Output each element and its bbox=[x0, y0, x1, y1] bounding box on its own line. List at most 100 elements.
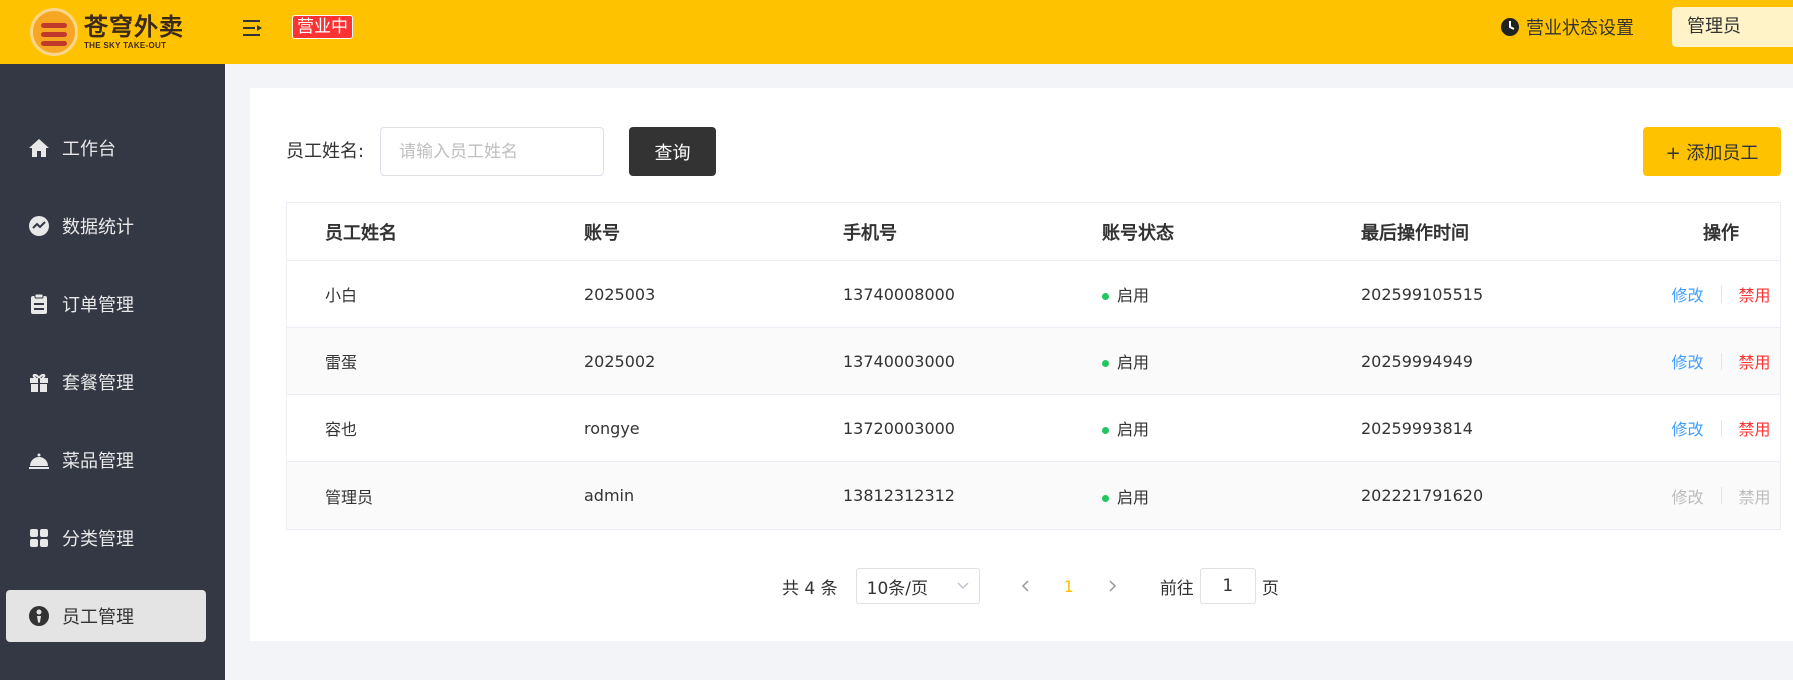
table-row: 容也 rongye 13720003000 启用 20259993814 修改 … bbox=[287, 395, 1780, 462]
sidebar-item-statistics[interactable]: 数据统计 bbox=[6, 200, 206, 252]
pagination: 共 4 条 10条/页 1 前往 页 bbox=[782, 568, 1279, 604]
cell-status: 启用 bbox=[1102, 416, 1361, 440]
table-row: 雷蛋 2025002 13740003000 启用 20259994949 修改… bbox=[287, 328, 1780, 395]
status-dot-icon bbox=[1102, 293, 1109, 300]
cell-actions: 修改 禁用 bbox=[1646, 282, 1793, 306]
cell-account: 2025002 bbox=[584, 351, 656, 371]
divider bbox=[1720, 487, 1722, 504]
main-content-card: 员工姓名: 查询 + 添加员工 员工姓名 账号 手机号 账号状态 最后操作时间 … bbox=[250, 88, 1793, 641]
table-row: 小白 2025003 13740008000 启用 202599105515 修… bbox=[287, 261, 1780, 328]
chart-icon bbox=[29, 216, 49, 236]
sidebar-item-dishes[interactable]: 菜品管理 bbox=[6, 434, 206, 486]
cell-name: 小白 bbox=[325, 286, 358, 305]
sidebar-item-label: 工作台 bbox=[62, 139, 116, 160]
status-text: 启用 bbox=[1117, 353, 1150, 372]
goto-label: 前往 bbox=[1159, 578, 1194, 599]
cell-phone: 13740008000 bbox=[843, 284, 955, 304]
chevron-right-icon bbox=[1109, 580, 1116, 592]
home-icon bbox=[29, 139, 49, 157]
chevron-left-icon bbox=[1021, 580, 1029, 592]
sidebar-item-employees[interactable]: 员工管理 bbox=[6, 590, 206, 642]
status-dot-icon bbox=[1102, 494, 1109, 502]
user-menu[interactable]: 管理员 bbox=[1672, 7, 1793, 47]
status-text: 启用 bbox=[1117, 286, 1150, 305]
page-number-current[interactable]: 1 bbox=[1064, 577, 1074, 596]
table-header: 员工姓名 账号 手机号 账号状态 最后操作时间 操作 bbox=[287, 203, 1780, 261]
top-header: 苍穹外卖 THE SKY TAKE-OUT 营业中 营业状态设置 管理员 bbox=[0, 0, 1793, 64]
chevron-down-icon bbox=[957, 582, 969, 590]
cell-phone: 13812312312 bbox=[843, 486, 955, 505]
sidebar-item-categories[interactable]: 分类管理 bbox=[6, 512, 206, 564]
disable-link[interactable]: 禁用 bbox=[1739, 282, 1771, 306]
cell-actions: 修改 禁用 bbox=[1646, 349, 1793, 373]
cell-phone: 13720003000 bbox=[843, 418, 955, 438]
table-row: 管理员 admin 13812312312 启用 202221791620 修改… bbox=[287, 462, 1780, 529]
column-header: 手机号 bbox=[843, 222, 897, 244]
sidebar-item-label: 分类管理 bbox=[62, 529, 134, 550]
column-header: 账号 bbox=[584, 222, 620, 244]
disable-link[interactable]: 禁用 bbox=[1739, 349, 1771, 373]
cell-name: 容也 bbox=[325, 420, 358, 439]
search-label: 员工姓名: bbox=[286, 141, 365, 162]
prev-page-button[interactable] bbox=[1010, 571, 1040, 601]
cell-status: 启用 bbox=[1102, 484, 1361, 508]
cell-status: 启用 bbox=[1102, 282, 1361, 306]
divider bbox=[1720, 352, 1722, 370]
column-header: 操作 bbox=[1703, 222, 1739, 244]
logo-mark-icon bbox=[30, 8, 78, 56]
grid-icon bbox=[30, 529, 48, 547]
goto-page-input[interactable] bbox=[1199, 568, 1256, 604]
sidebar-item-label: 菜品管理 bbox=[62, 451, 134, 472]
cell-account: admin bbox=[584, 486, 635, 505]
status-text: 启用 bbox=[1117, 420, 1150, 439]
sidebar: 工作台 数据统计 订单管理 套餐管理 菜品管理 分类管理 员工管理 bbox=[0, 64, 225, 680]
dish-icon bbox=[29, 453, 49, 469]
employee-table: 员工姓名 账号 手机号 账号状态 最后操作时间 操作 小白 2025003 13… bbox=[286, 202, 1781, 530]
sidebar-item-orders[interactable]: 订单管理 bbox=[6, 278, 206, 330]
status-dot-icon bbox=[1102, 427, 1109, 434]
status-dot-icon bbox=[1102, 360, 1109, 367]
cell-account: rongye bbox=[584, 418, 640, 438]
cell-actions: 修改 禁用 bbox=[1646, 484, 1793, 508]
pagination-total: 共 4 条 bbox=[782, 578, 838, 599]
sidebar-item-combos[interactable]: 套餐管理 bbox=[6, 356, 206, 408]
column-header: 最后操作时间 bbox=[1361, 222, 1469, 244]
cell-status: 启用 bbox=[1102, 349, 1361, 373]
logo-subtitle: THE SKY TAKE-OUT bbox=[84, 40, 167, 50]
cell-last-op-time: 202599105515 bbox=[1361, 284, 1484, 304]
sidebar-item-workbench[interactable]: 工作台 bbox=[6, 122, 206, 174]
cell-account: 2025003 bbox=[584, 284, 656, 304]
sidebar-item-label: 员工管理 bbox=[62, 607, 134, 628]
sidebar-item-label: 数据统计 bbox=[62, 217, 134, 238]
page-size-value: 10条/页 bbox=[866, 578, 928, 599]
clock-icon bbox=[1501, 18, 1519, 36]
logo-title: 苍穹外卖 bbox=[84, 12, 184, 41]
business-status-setting-button[interactable]: 营业状态设置 bbox=[1500, 14, 1634, 40]
edit-link[interactable]: 修改 bbox=[1671, 282, 1703, 306]
divider bbox=[1720, 419, 1722, 437]
column-header: 员工姓名 bbox=[325, 222, 397, 244]
edit-link[interactable]: 修改 bbox=[1671, 416, 1703, 440]
edit-link[interactable]: 修改 bbox=[1671, 349, 1703, 373]
disable-link-disabled: 禁用 bbox=[1738, 487, 1771, 507]
cell-phone: 13740003000 bbox=[843, 351, 955, 371]
page-size-select[interactable]: 10条/页 bbox=[855, 568, 980, 604]
cell-last-op-time: 20259993814 bbox=[1361, 418, 1473, 438]
sidebar-item-label: 订单管理 bbox=[62, 295, 134, 316]
disable-link[interactable]: 禁用 bbox=[1739, 416, 1771, 440]
cell-last-op-time: 20259994949 bbox=[1361, 351, 1473, 371]
sidebar-item-label: 套餐管理 bbox=[62, 373, 134, 394]
gift-icon bbox=[30, 373, 48, 392]
next-page-button[interactable] bbox=[1098, 571, 1128, 601]
cell-name: 管理员 bbox=[325, 487, 374, 507]
status-text: 启用 bbox=[1117, 487, 1150, 507]
business-status-badge: 营业中 bbox=[292, 15, 353, 39]
query-button[interactable]: 查询 bbox=[629, 127, 716, 176]
column-header: 账号状态 bbox=[1102, 222, 1174, 244]
business-status-setting-label: 营业状态设置 bbox=[1526, 18, 1634, 39]
menu-collapse-icon[interactable] bbox=[242, 17, 264, 39]
edit-link-disabled: 修改 bbox=[1671, 487, 1704, 507]
add-employee-button[interactable]: + 添加员工 bbox=[1643, 127, 1781, 176]
employee-name-search-input[interactable] bbox=[380, 127, 604, 176]
divider bbox=[1720, 285, 1722, 303]
